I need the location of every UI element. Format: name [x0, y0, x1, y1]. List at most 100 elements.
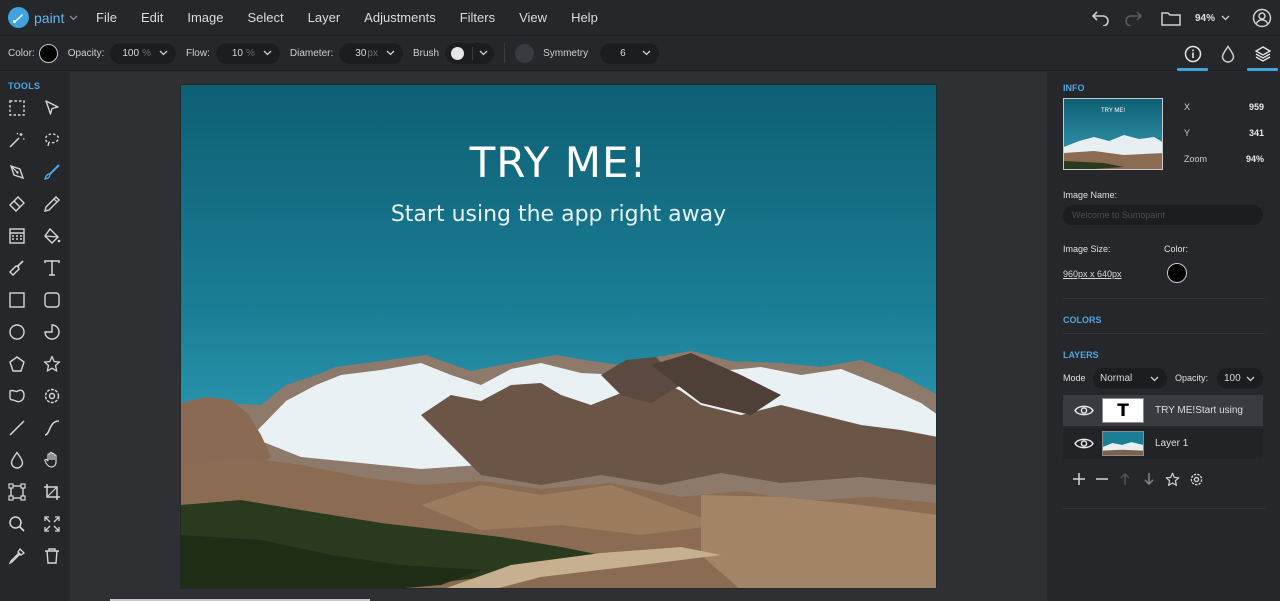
- zoom-icon[interactable]: [6, 513, 28, 535]
- tab-info[interactable]: [1175, 36, 1210, 71]
- folder-icon[interactable]: [1159, 6, 1183, 30]
- color-swatch[interactable]: [38, 43, 58, 63]
- info-section-title: INFO: [1063, 83, 1085, 93]
- symmetry-toggle[interactable]: [515, 43, 535, 63]
- star-icon[interactable]: [41, 353, 63, 375]
- flow-value: 10: [231, 47, 243, 59]
- zoom-readout: Zoom 94%: [1184, 154, 1264, 164]
- canvas-workspace[interactable]: TRY ME! Start using the app right away: [70, 72, 1047, 601]
- brush-dropdown[interactable]: [445, 42, 495, 64]
- color-preview[interactable]: [1167, 263, 1187, 283]
- app-logo[interactable]: paint: [0, 0, 84, 36]
- trash-icon[interactable]: [41, 545, 63, 567]
- pie-icon[interactable]: [41, 321, 63, 343]
- zoom-dropdown[interactable]: 94%: [1195, 13, 1230, 24]
- menu-help[interactable]: Help: [559, 0, 610, 36]
- hand-icon[interactable]: [41, 449, 63, 471]
- chevron-down-icon: [69, 15, 78, 21]
- fit-screen-icon[interactable]: [41, 513, 63, 535]
- layer-row[interactable]: T TRY ME!Start using: [1063, 395, 1263, 426]
- canvas-subtitle-text: Start using the app right away: [390, 202, 727, 227]
- menu-bar: paint File Edit Image Select Layer Adjus…: [0, 0, 1280, 36]
- brush-icon[interactable]: [41, 161, 63, 183]
- diameter-unit: px: [367, 47, 378, 59]
- pen-icon[interactable]: [6, 161, 28, 183]
- chevron-down-icon: [386, 50, 395, 56]
- layer-settings-gear-icon[interactable]: [1187, 470, 1205, 488]
- layers-icon: [1254, 45, 1271, 62]
- y-label: Y: [1184, 128, 1191, 138]
- menu-select[interactable]: Select: [236, 0, 296, 36]
- transform-icon[interactable]: [6, 481, 28, 503]
- image-name-input[interactable]: [1063, 205, 1263, 225]
- clone-stamp-icon[interactable]: [6, 257, 28, 279]
- colors-section-title[interactable]: COLORS: [1063, 315, 1102, 325]
- divider: [1063, 333, 1265, 334]
- pointer-icon[interactable]: [41, 97, 63, 119]
- brush-preview: [451, 46, 465, 60]
- curve-icon[interactable]: [41, 417, 63, 439]
- text-tool-icon[interactable]: [41, 257, 63, 279]
- menu-edit[interactable]: Edit: [129, 0, 175, 36]
- magic-wand-icon[interactable]: [6, 129, 28, 151]
- add-layer-icon[interactable]: [1070, 470, 1088, 488]
- blend-mode-dropdown[interactable]: Normal: [1093, 368, 1167, 389]
- rounded-rectangle-icon[interactable]: [41, 289, 63, 311]
- menu-layer[interactable]: Layer: [296, 0, 353, 36]
- opacity-label: Opacity:: [67, 47, 105, 59]
- opacity-dropdown[interactable]: 100 %: [110, 42, 176, 64]
- chevron-down-icon: [263, 50, 272, 56]
- menu-adjustments[interactable]: Adjustments: [352, 0, 448, 36]
- eyedropper-icon[interactable]: [6, 545, 28, 567]
- pencil-icon[interactable]: [41, 193, 63, 215]
- layer-opacity-dropdown[interactable]: 100: [1217, 368, 1263, 389]
- rectangle-icon[interactable]: [6, 289, 28, 311]
- x-coordinate: X 959: [1184, 102, 1264, 112]
- gear-shape-icon[interactable]: [41, 385, 63, 407]
- move-layer-down-icon[interactable]: [1140, 470, 1158, 488]
- crop-icon[interactable]: [41, 481, 63, 503]
- diameter-dropdown[interactable]: 30 px: [339, 42, 403, 64]
- circle-icon[interactable]: [6, 321, 28, 343]
- eye-icon[interactable]: [1071, 437, 1097, 450]
- chevron-down-icon: [1150, 376, 1159, 382]
- symmetry-value: 6: [620, 47, 626, 59]
- tab-layers[interactable]: [1245, 36, 1280, 71]
- pattern-icon[interactable]: [6, 225, 28, 247]
- divider: [1063, 508, 1265, 509]
- right-panel: INFO TRY ME! X 959 Y 341 Zoom 94% Image …: [1047, 72, 1280, 601]
- line-icon[interactable]: [6, 417, 28, 439]
- blur-drop-icon[interactable]: [6, 449, 28, 471]
- color-field-label: Color:: [1164, 244, 1189, 254]
- menu-filters[interactable]: Filters: [448, 0, 507, 36]
- move-layer-up-icon[interactable]: [1116, 470, 1134, 488]
- rect-select-icon[interactable]: [6, 97, 28, 119]
- undo-icon[interactable]: [1089, 6, 1113, 30]
- symmetry-label: Symmetry: [543, 47, 589, 59]
- diameter-value: 30: [355, 47, 367, 59]
- lasso-icon[interactable]: [41, 129, 63, 151]
- remove-layer-icon[interactable]: [1093, 470, 1111, 488]
- redo-icon[interactable]: [1121, 6, 1145, 30]
- layer-favorite-star-icon[interactable]: [1163, 470, 1181, 488]
- document-canvas[interactable]: TRY ME! Start using the app right away: [180, 84, 937, 589]
- menu-image[interactable]: Image: [175, 0, 235, 36]
- fill-bucket-icon[interactable]: [41, 225, 63, 247]
- eraser-icon[interactable]: [6, 193, 28, 215]
- opacity-value: 100: [122, 47, 140, 59]
- text-layer-glyph: T: [1117, 400, 1129, 421]
- image-size-link[interactable]: 960px x 640px: [1063, 269, 1122, 279]
- blend-mode-label: Mode: [1063, 373, 1086, 383]
- layer-row[interactable]: Layer 1: [1063, 428, 1263, 459]
- image-thumbnail: TRY ME!: [1063, 98, 1163, 170]
- tab-colors[interactable]: [1210, 36, 1245, 71]
- menu-view[interactable]: View: [507, 0, 559, 36]
- flow-dropdown[interactable]: 10 %: [215, 42, 280, 64]
- image-size-label: Image Size:: [1063, 244, 1111, 254]
- eye-icon[interactable]: [1071, 404, 1097, 417]
- account-icon[interactable]: [1250, 6, 1274, 30]
- menu-file[interactable]: File: [84, 0, 129, 36]
- symmetry-dropdown[interactable]: 6: [600, 42, 659, 64]
- polygon-icon[interactable]: [6, 353, 28, 375]
- custom-shape-icon[interactable]: [6, 385, 28, 407]
